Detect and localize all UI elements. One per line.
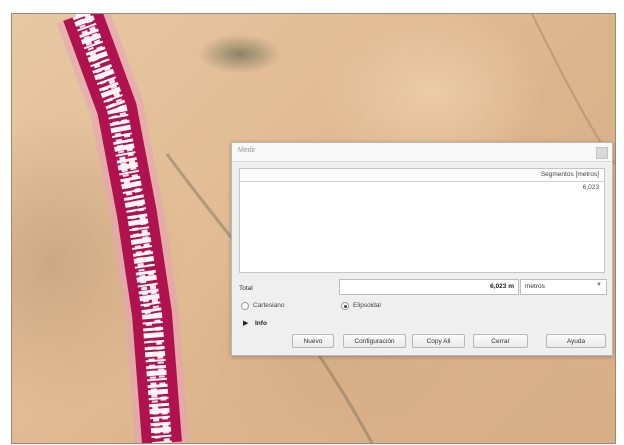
radio-ellipsoidal-label: Elipsoidal xyxy=(353,302,381,309)
radio-ellipsoidal[interactable]: Elipsoidal xyxy=(341,301,411,311)
unit-select-value: metros xyxy=(525,283,545,290)
measure-dialog[interactable]: Medir Segmentos [metros] 6,023 Total 6,0… xyxy=(231,142,613,356)
close-icon[interactable] xyxy=(596,147,608,159)
segments-table[interactable]: Segmentos [metros] 6,023 xyxy=(239,168,605,273)
radio-cartesian[interactable]: Cartesiano xyxy=(241,301,311,311)
table-row[interactable]: 6,023 xyxy=(583,184,599,191)
dialog-titlebar[interactable]: Medir xyxy=(232,143,612,162)
new-button[interactable]: Nuevo xyxy=(292,334,334,348)
radio-cartesian-label: Cartesiano xyxy=(253,302,285,309)
table-header: Segmentos [metros] xyxy=(240,169,604,182)
close-button[interactable]: Cerrar xyxy=(473,334,528,348)
radio-cartesian-indicator[interactable] xyxy=(241,302,249,310)
dialog-title: Medir xyxy=(238,147,256,154)
total-field: 6,023 m xyxy=(339,279,519,295)
help-button[interactable]: Ayuda xyxy=(546,334,606,348)
unit-select[interactable]: metros ▼ xyxy=(520,279,607,295)
radio-ellipsoidal-indicator[interactable] xyxy=(341,302,349,310)
expand-arrow-icon[interactable]: ▶ xyxy=(243,319,248,327)
info-label: Info xyxy=(255,320,267,327)
total-value: 6,023 m xyxy=(490,283,514,290)
total-label: Total xyxy=(239,285,253,292)
measure-line xyxy=(56,14,189,443)
chevron-down-icon: ▼ xyxy=(596,282,602,288)
configuration-button[interactable]: Configuración xyxy=(343,334,406,348)
column-header-segments: Segmentos [metros] xyxy=(540,171,599,178)
copy-all-button[interactable]: Copy All xyxy=(412,334,465,348)
